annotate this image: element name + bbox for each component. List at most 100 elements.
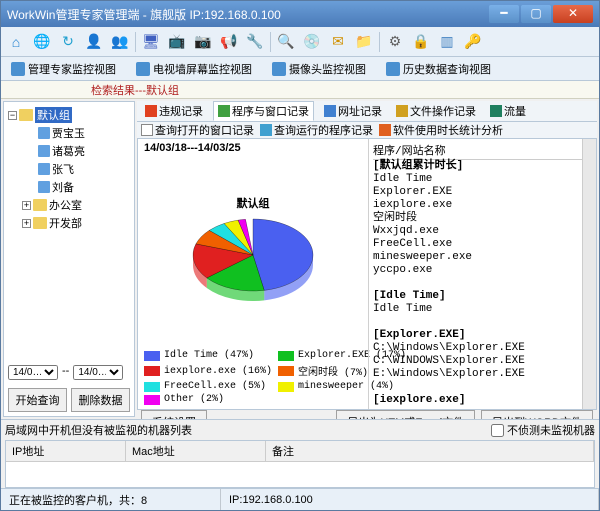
tab-camera[interactable]: 摄像头监控视图 xyxy=(266,59,372,79)
detail-line[interactable]: C:\Windows\Explorer.EXE xyxy=(373,342,592,355)
screens-icon[interactable]: 📺 xyxy=(166,31,188,53)
delete-data-button[interactable]: 删除数据 xyxy=(71,388,130,412)
tab-program[interactable]: 程序与窗口记录 xyxy=(213,101,314,121)
monitor-tab-icon xyxy=(11,62,25,76)
close-button[interactable]: ✕ xyxy=(553,5,593,23)
window-icon xyxy=(218,105,230,117)
refresh-icon[interactable]: ↻ xyxy=(57,31,79,53)
no-detect-checkbox[interactable]: 不侦测未监视机器 xyxy=(491,422,595,438)
bottom-panel: 局域网中开机但没有被监视的机器列表 不侦测未监视机器 IP地址 Mac地址 备注 xyxy=(1,419,599,488)
detail-line[interactable]: C:\WINDOWS\Explorer.EXE xyxy=(373,355,592,368)
detail-line[interactable]: E:\Windows\Explorer.EXE xyxy=(373,368,592,381)
lock-icon[interactable]: 🔒 xyxy=(410,31,432,53)
list-item[interactable]: FreeCell.exe xyxy=(373,238,592,251)
mail-icon[interactable]: ✉ xyxy=(327,31,349,53)
tab-violation[interactable]: 违规记录 xyxy=(141,102,207,120)
legend-swatch xyxy=(278,366,294,376)
no-detect-input[interactable] xyxy=(491,424,504,437)
settings-button[interactable]: 系统设置 xyxy=(141,410,207,419)
globe-icon xyxy=(324,105,336,117)
legend-label: FreeCell.exe (5%) xyxy=(164,381,266,392)
detail-group-title: [iexplore.exe] xyxy=(373,394,592,407)
col-remark[interactable]: 备注 xyxy=(266,441,594,461)
sidebar: −默认组 贾宝玉 诸葛亮 张飞 刘备 +办公室 +开发部 14/0… -- 14… xyxy=(3,101,135,417)
list-item[interactable]: iexplore.exe xyxy=(373,199,592,212)
legend-label: Other (2%) xyxy=(164,394,224,405)
export-word-button[interactable]: 导出到WORD文件 xyxy=(481,410,593,419)
client-tree[interactable]: −默认组 贾宝玉 诸葛亮 张飞 刘备 +办公室 +开发部 xyxy=(4,102,134,361)
unmonitored-grid[interactable]: IP地址 Mac地址 备注 xyxy=(5,440,595,488)
monitor-icon[interactable]: 🖥 xyxy=(140,31,162,53)
list-item[interactable]: minesweeper.exe xyxy=(373,251,592,264)
expand-icon[interactable]: + xyxy=(22,201,31,210)
tree-group[interactable]: +办公室 xyxy=(8,196,130,214)
collapse-icon[interactable]: − xyxy=(8,111,17,120)
tab-monitor[interactable]: 管理专家监控视图 xyxy=(5,59,122,79)
opt-running-prog[interactable]: 查询运行的程序记录 xyxy=(260,122,373,138)
tree-leaf[interactable]: 诸葛亮 xyxy=(8,142,130,160)
tree-leaf[interactable]: 张飞 xyxy=(8,160,130,178)
tree-root[interactable]: −默认组 xyxy=(8,106,130,124)
tab-url[interactable]: 网址记录 xyxy=(320,102,386,120)
tab-history[interactable]: 历史数据查询视图 xyxy=(380,59,497,79)
expand-icon[interactable]: + xyxy=(22,219,31,228)
history-tab-icon xyxy=(386,62,400,76)
legend-label: iexplore.exe (16%) xyxy=(164,366,272,377)
key-icon[interactable]: 🔑 xyxy=(462,31,484,53)
opt-open-window[interactable]: 查询打开的窗口记录 xyxy=(141,122,254,138)
start-query-button[interactable]: 开始查询 xyxy=(8,388,67,412)
client-icon xyxy=(38,181,50,193)
scrollbar[interactable] xyxy=(582,139,596,409)
client-icon xyxy=(38,163,50,175)
col-ip[interactable]: IP地址 xyxy=(6,441,126,461)
title-bar: WorkWin管理专家管理端 - 旗舰版 IP:192.168.0.100 ━ … xyxy=(1,1,599,27)
megaphone-icon[interactable]: 📢 xyxy=(218,31,240,53)
disc-icon[interactable]: 💿 xyxy=(301,31,323,53)
list-item[interactable]: Idle Time xyxy=(373,173,592,186)
list-group-title: [默认组累计时长] xyxy=(373,160,592,173)
opt-usage-stats[interactable]: 软件使用时长统计分析 xyxy=(379,122,503,138)
export-html-button[interactable]: 导出为HTM或Excel文件 xyxy=(336,410,475,419)
user-icon[interactable]: 👤 xyxy=(83,31,105,53)
legend-swatch xyxy=(278,382,294,392)
date-from-select[interactable]: 14/0… xyxy=(8,365,58,380)
legend-item: FreeCell.exe (5%) xyxy=(144,381,272,392)
search-result-row: 检索结果---默认组 xyxy=(1,81,599,99)
file-icon xyxy=(396,105,408,117)
tvwall-tab-icon xyxy=(136,62,150,76)
date-range-row: 14/0… -- 14/0… xyxy=(4,361,134,384)
detail-line[interactable]: Idle Time xyxy=(373,303,592,316)
pie-holder: 默认组 xyxy=(138,157,368,346)
tree-leaf[interactable]: 刘备 xyxy=(8,178,130,196)
gear-icon[interactable]: ⚙ xyxy=(384,31,406,53)
camera-icon[interactable]: 📷 xyxy=(192,31,214,53)
users-icon[interactable]: 👥 xyxy=(109,31,131,53)
tree-group[interactable]: +开发部 xyxy=(8,214,130,232)
checklist-icon xyxy=(260,124,272,136)
grid-body xyxy=(6,462,594,487)
list-item[interactable]: Explorer.EXE xyxy=(373,186,592,199)
tab-tvwall[interactable]: 电视墙屏幕监控视图 xyxy=(130,59,258,79)
toolbar-separator xyxy=(135,32,136,52)
list-item[interactable]: Wxxjqd.exe xyxy=(373,225,592,238)
date-sep: -- xyxy=(62,365,69,380)
list-item[interactable]: 空闲时段 xyxy=(373,212,592,225)
date-to-select[interactable]: 14/0… xyxy=(73,365,123,380)
pie-title: 默认组 xyxy=(237,195,270,211)
tool-icon[interactable]: 🔧 xyxy=(244,31,266,53)
col-mac[interactable]: Mac地址 xyxy=(126,441,266,461)
list-item[interactable]: yccpo.exe xyxy=(373,264,592,277)
tree-leaf[interactable]: 贾宝玉 xyxy=(8,124,130,142)
legend-label: Idle Time (47%) xyxy=(164,350,254,361)
folder-icon[interactable]: 📁 xyxy=(353,31,375,53)
filter-icon[interactable]: ▥ xyxy=(436,31,458,53)
maximize-button[interactable]: ▢ xyxy=(521,5,551,23)
globe-icon[interactable]: 🌐 xyxy=(31,31,53,53)
sub-toolbar: 查询打开的窗口记录 查询运行的程序记录 软件使用时长统计分析 xyxy=(137,122,597,138)
search-icon[interactable]: 🔍 xyxy=(275,31,297,53)
record-tabs: 违规记录 程序与窗口记录 网址记录 文件操作记录 流量 xyxy=(137,101,597,122)
tab-traffic[interactable]: 流量 xyxy=(486,102,530,120)
minimize-button[interactable]: ━ xyxy=(489,5,519,23)
home-icon[interactable]: ⌂ xyxy=(5,31,27,53)
tab-file[interactable]: 文件操作记录 xyxy=(392,102,480,120)
